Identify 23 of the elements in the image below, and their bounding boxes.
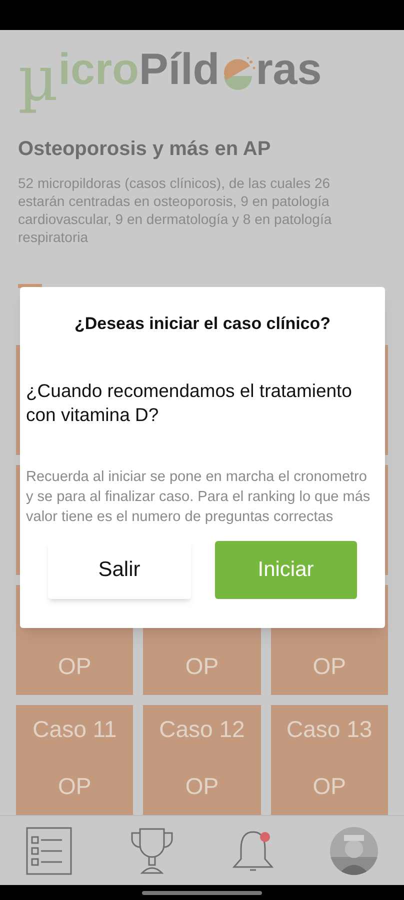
- course-description: 52 micropildoras (casos clínicos), de las cuales 26 estarán centradas en osteoporosis, 9 en patología cardiovascular, 9 en dermatología y 8 en patología respiratoria: [18, 174, 333, 246]
- dialog-question: ¿Cuando recomendamos el tratamiento con vitamina D?: [26, 378, 353, 426]
- case-code: OP: [312, 772, 346, 800]
- case-title: Caso 11: [32, 715, 117, 744]
- case-code: OP: [58, 652, 92, 680]
- case-title: Caso 12: [159, 715, 245, 744]
- case-code: OP: [312, 652, 346, 680]
- case-tile[interactable]: Caso 12 OP: [143, 705, 261, 815]
- case-code: OP: [58, 772, 92, 800]
- logo-text: ras: [256, 48, 322, 92]
- case-code: OP: [185, 652, 219, 680]
- checklist-icon[interactable]: [26, 826, 72, 874]
- logo-text: Píld: [139, 48, 220, 92]
- dialog-title: ¿Deseas iniciar el caso clínico?: [73, 313, 332, 335]
- dialog-note: Recuerda al iniciar se pone en marcha el cronometro y se para al finalizar caso. Para el ranking lo que más valor tiene es el numero de preguntas correctas: [26, 468, 372, 526]
- case-tile[interactable]: Caso 11 OP: [16, 705, 134, 815]
- case-tile[interactable]: Caso 13 OP: [270, 705, 388, 815]
- notification-icon[interactable]: [232, 828, 274, 872]
- case-title: Caso 13: [286, 715, 372, 744]
- start-button[interactable]: Iniciar: [214, 540, 357, 598]
- case-code: OP: [185, 772, 219, 800]
- course-title: Osteoporosis y más en AP: [18, 137, 272, 162]
- exit-button[interactable]: Salir: [48, 540, 190, 598]
